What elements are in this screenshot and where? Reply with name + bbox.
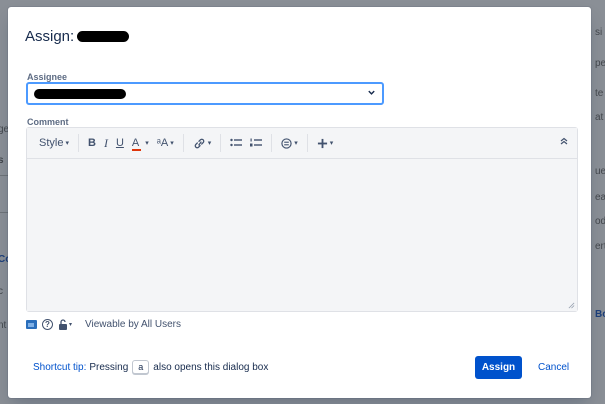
folder-icon — [26, 320, 37, 329]
editor-toolbar: Style ▾ B I U A ▾ ᵃA ▾ ▾ ▾ ▾ — [27, 128, 577, 159]
chevron-down-icon: ▾ — [69, 322, 73, 328]
assignee-label: Assignee — [27, 72, 68, 82]
toolbar-separator — [77, 134, 79, 152]
text-size-icon: ᵃA — [156, 137, 169, 149]
visibility-controls: ? ▾ Viewable by All Users — [26, 319, 181, 330]
bg-fragment: s — [0, 155, 4, 166]
shortcut-tip-after: also opens this dialog box — [153, 361, 269, 373]
style-dropdown[interactable]: Style ▾ — [35, 133, 73, 153]
shortcut-tip-before: Pressing — [89, 361, 129, 373]
toolbar-separator — [220, 134, 222, 152]
emoji-icon — [281, 137, 292, 149]
insert-more-button[interactable]: ▾ — [313, 133, 338, 153]
background-left-edge: : ge s Co c nt — [0, 0, 11, 404]
plus-icon — [317, 138, 327, 148]
dialog-title: Assign: — [25, 28, 130, 45]
resize-handle-icon[interactable] — [568, 302, 575, 309]
numbered-list-button[interactable] — [246, 133, 266, 153]
chevron-down-icon: ▾ — [294, 140, 298, 147]
viewable-by-text: Viewable by All Users — [85, 319, 181, 330]
bg-fragment: od — [595, 216, 605, 227]
link-icon — [194, 138, 205, 148]
collapse-toolbar-icon[interactable] — [559, 136, 569, 146]
numbered-list-icon — [250, 138, 263, 147]
cancel-button[interactable]: Cancel — [532, 356, 575, 379]
bg-fragment: at — [595, 112, 604, 123]
chevron-down-icon: ▾ — [329, 140, 334, 147]
redacted-issue-key — [77, 31, 130, 42]
italic-button[interactable]: I — [100, 133, 112, 153]
bg-fragment: ea — [595, 192, 605, 203]
bg-divider — [0, 175, 8, 176]
comment-editor: Style ▾ B I U A ▾ ᵃA ▾ ▾ ▾ ▾ — [26, 127, 578, 312]
assign-button[interactable]: Assign — [475, 356, 522, 379]
background-right-edge: si pe te at ue ea od ert Bo — [591, 0, 605, 404]
style-label: Style — [39, 137, 64, 149]
assign-dialog: Assign: Assignee Comment Style ▾ B I U A… — [8, 7, 591, 398]
bg-fragment: pe — [595, 58, 605, 69]
text-color-button[interactable]: A ▾ — [128, 133, 153, 153]
chevron-down-icon: ▾ — [65, 140, 69, 147]
chevron-down-icon: ▾ — [170, 140, 174, 147]
link-button[interactable]: ▾ — [189, 133, 216, 153]
emoji-button[interactable]: ▾ — [277, 133, 302, 153]
chevron-down-icon: ▾ — [145, 140, 149, 147]
comment-textarea[interactable] — [27, 160, 577, 311]
toolbar-separator — [271, 134, 273, 152]
underline-button[interactable]: U — [112, 133, 128, 153]
visibility-lock-button[interactable]: ▾ — [58, 319, 80, 330]
text-size-button[interactable]: ᵃA ▾ — [153, 133, 178, 153]
chevron-down-icon: ▾ — [207, 140, 212, 147]
assignee-select[interactable] — [26, 82, 384, 105]
text-color-bar — [131, 149, 141, 151]
bg-fragment: te — [595, 88, 604, 99]
redacted-assignee-value — [34, 88, 126, 99]
attachment-button[interactable] — [26, 320, 37, 329]
bg-fragment: Bo — [595, 309, 605, 320]
bg-divider — [0, 212, 8, 213]
bullet-list-icon — [230, 138, 243, 147]
help-icon: ? — [42, 319, 53, 330]
unlock-icon — [59, 319, 67, 330]
toolbar-separator — [182, 134, 184, 152]
help-button[interactable]: ? — [42, 319, 53, 330]
bg-fragment: : — [0, 54, 1, 65]
comment-label: Comment — [27, 117, 69, 127]
toolbar-separator — [306, 134, 308, 152]
shortcut-tip-link[interactable]: Shortcut tip: — [33, 362, 86, 373]
chevron-down-icon — [368, 90, 375, 95]
bg-fragment: si — [595, 27, 603, 38]
dialog-title-text: Assign: — [25, 28, 75, 45]
shortcut-tip: Shortcut tip: Pressing a also opens this… — [33, 360, 268, 374]
bg-fragment: ert — [595, 241, 605, 252]
bold-button[interactable]: B — [84, 133, 100, 153]
bullet-list-button[interactable] — [226, 133, 246, 153]
bg-fragment: c — [0, 286, 3, 297]
text-color-icon: A — [131, 137, 140, 149]
bg-fragment: ue — [595, 166, 605, 177]
bg-fragment: nt — [0, 320, 7, 331]
shortcut-key: a — [132, 360, 150, 374]
